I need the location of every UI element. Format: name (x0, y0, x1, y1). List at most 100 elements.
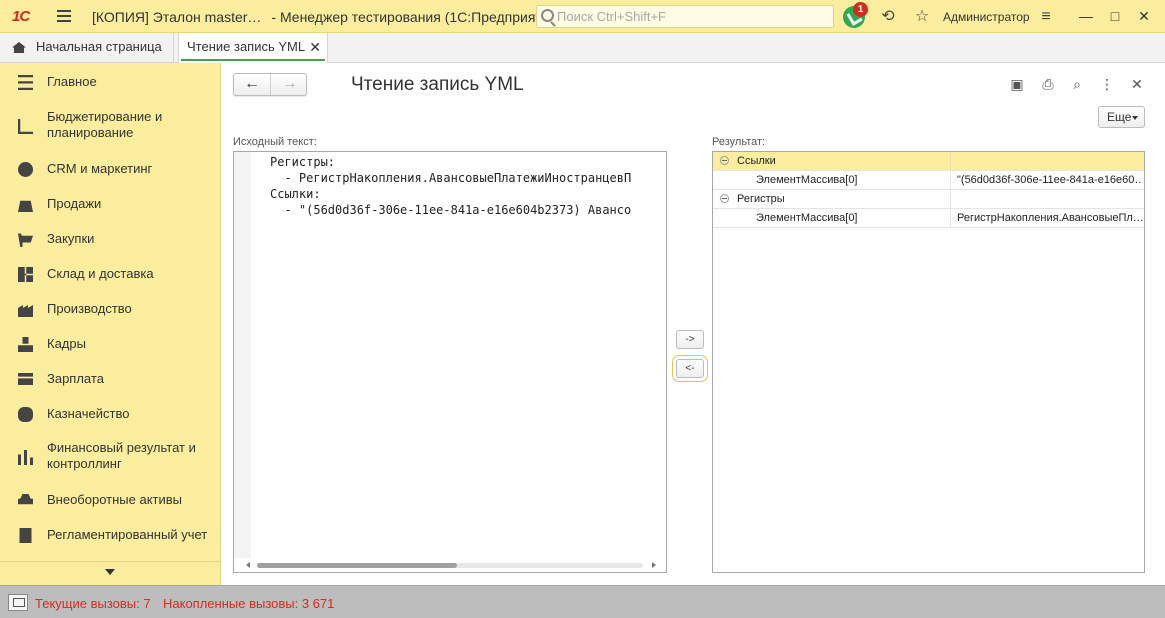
horizontal-scrollbar[interactable] (234, 558, 666, 572)
source-text-label: Исходный текст: (233, 136, 317, 148)
navigation-buttons: ← → (233, 73, 307, 96)
sidebar-item-label: Продажи (47, 196, 102, 211)
source-text-content[interactable]: Регистры: - РегистрНакопления.АвансовыеП… (270, 154, 631, 218)
scrollbar-thumb[interactable] (257, 563, 457, 568)
search-input[interactable] (557, 8, 827, 25)
source-text-editor[interactable]: Регистры: - РегистрНакопления.АвансовыеП… (233, 151, 667, 573)
tree-row-group[interactable]: Регистры (713, 190, 1144, 209)
tree-row[interactable]: ЭлементМассива[0] РегистрНакопления.Аван… (713, 209, 1144, 228)
sidebar-item-label: Склад и доставка (47, 266, 154, 281)
cart-icon (18, 233, 33, 247)
tree-row[interactable]: ЭлементМассива[0] "(56d0d36f-306e-11ee-8… (713, 171, 1144, 190)
sidebar-item-label: Финансовый результат и контроллинг (47, 440, 196, 471)
scroll-down-icon[interactable] (105, 569, 115, 575)
menu-icon (18, 75, 33, 90)
sidebar-item-sales[interactable]: Продажи (0, 194, 221, 214)
tab-read-yml-label: Чтение запись YML (187, 39, 306, 54)
more-actions-icon[interactable]: ⋮ (1098, 75, 1116, 93)
close-tab-icon[interactable]: ✕ (309, 33, 321, 61)
sidebar-item-warehouse[interactable]: Склад и доставка (0, 264, 221, 284)
global-search[interactable] (536, 5, 834, 28)
sidebar-item-main[interactable]: Главное (0, 72, 221, 92)
accumulated-calls: Накопленные вызовы: 3 671 (163, 596, 335, 611)
collapse-icon[interactable] (720, 194, 729, 203)
user-name[interactable]: Администратор (943, 10, 1030, 24)
sidebar-item-label: Производство (47, 301, 132, 316)
close-window-button[interactable]: ✕ (1134, 6, 1154, 26)
status-bar: Текущие вызовы: 7 Накопленные вызовы: 3 … (0, 585, 1165, 618)
preview-icon[interactable]: ⌕ (1068, 75, 1086, 93)
windows-icon[interactable] (8, 594, 28, 611)
tree-row-name: Регистры (737, 193, 785, 205)
sidebar-item-label: Внеоборотные активы (47, 492, 183, 507)
source-line: - РегистрНакопления.АвансовыеПлатежиИнос… (270, 171, 632, 185)
form-area: ← → Чтение запись YML ▣ ⎙ ⌕ ⋮ ✕ Еще Исхо… (221, 63, 1165, 585)
sidebar-item-budgeting[interactable]: Бюджетирование и планирование (0, 109, 221, 145)
back-arrow-icon[interactable]: ← (234, 74, 271, 95)
sidebar-item-hr[interactable]: Кадры (0, 334, 221, 354)
tree-row-group[interactable]: Ссылки (713, 152, 1144, 171)
source-line: - "(56d0d36f-306e-11ee-841a-e16e604b2373… (270, 203, 632, 217)
sidebar-item-financial-result[interactable]: Финансовый результат и контроллинг (0, 440, 221, 476)
window-title-right: - Менеджер тестирования (1С:Предприятие) (271, 9, 563, 25)
sidebar-item-label: Кадры (47, 336, 86, 351)
wallet-icon (18, 373, 33, 385)
save-icon[interactable]: ▣ (1008, 75, 1026, 93)
source-line: Регистры: (270, 155, 336, 169)
sidebar-item-salary[interactable]: Зарплата (0, 369, 221, 389)
factory-icon (18, 305, 33, 317)
person-icon (18, 337, 33, 352)
sidebar-item-fixed-assets[interactable]: Внеоборотные активы (0, 490, 221, 510)
settings-menu-icon[interactable]: ≡ (1037, 8, 1055, 26)
main-menu-icon[interactable] (57, 10, 71, 22)
home-icon (12, 42, 26, 53)
forward-arrow-icon[interactable]: → (271, 74, 308, 95)
car-icon (18, 494, 33, 505)
current-calls: Текущие вызовы: 7 (35, 596, 151, 611)
page-title: Чтение запись YML (351, 74, 524, 95)
print-icon[interactable]: ⎙ (1039, 75, 1057, 93)
tree-row-value: РегистрНакопления.АвансовыеПл… (957, 212, 1143, 224)
sidebar-item-treasury[interactable]: Казначейство (0, 404, 221, 424)
tree-row-name: Ссылки (737, 155, 776, 167)
close-form-icon[interactable]: ✕ (1128, 75, 1146, 93)
book-icon (19, 528, 32, 543)
convert-to-result-button[interactable]: -> (676, 330, 704, 349)
notification-badge: 1 (853, 2, 868, 17)
window-title-left: [КОПИЯ] Эталон master… (92, 9, 262, 25)
scroll-right-icon[interactable] (652, 562, 656, 568)
scroll-left-icon[interactable] (246, 562, 250, 568)
tab-read-yml[interactable]: Чтение запись YML ✕ (178, 33, 328, 63)
sidebar-item-label: Казначейство (47, 406, 130, 421)
sidebar-item-label: CRM и маркетинг (47, 161, 153, 176)
source-line: Ссылки: (270, 187, 321, 201)
history-icon[interactable]: ⟲ (879, 8, 897, 26)
convert-to-source-button[interactable]: <- (672, 355, 708, 382)
collapse-icon[interactable] (720, 156, 729, 165)
favorites-star-icon[interactable]: ☆ (913, 8, 931, 26)
sidebar-item-production[interactable]: Производство (0, 299, 221, 319)
tab-home[interactable]: Начальная страница (0, 33, 174, 63)
window-title: [КОПИЯ] Эталон master… - Менеджер тестиро… (92, 9, 562, 25)
sidebar: Главное Бюджетирование и планирование CR… (0, 63, 221, 585)
bar-chart-icon (18, 450, 33, 465)
logo: 1С (12, 8, 30, 25)
sidebar-divider (0, 561, 221, 562)
tree-row-name: ЭлементМассива[0] (756, 212, 858, 224)
sidebar-item-regulated-accounting[interactable]: Регламентированный учет (0, 525, 221, 545)
result-tree[interactable]: Ссылки ЭлементМассива[0] "(56d0d36f-306e… (712, 151, 1145, 573)
sidebar-item-crm[interactable]: CRM и маркетинг (0, 159, 221, 179)
sidebar-item-label: Главное (47, 74, 97, 89)
bag-icon (18, 200, 33, 212)
editor-gutter (234, 152, 251, 572)
tree-row-name: ЭлементМассива[0] (756, 174, 858, 186)
tab-home-label: Начальная страница (36, 39, 162, 54)
sidebar-item-label: Регламентированный учет (47, 527, 208, 542)
tab-bar: Начальная страница Чтение запись YML ✕ (0, 33, 1165, 63)
maximize-button[interactable]: □ (1105, 6, 1125, 26)
sidebar-item-purchases[interactable]: Закупки (0, 229, 221, 249)
chart-icon (18, 119, 33, 134)
more-button[interactable]: Еще (1098, 106, 1145, 128)
minimize-button[interactable]: — (1076, 6, 1096, 26)
sidebar-item-label: Бюджетирование и планирование (47, 109, 163, 140)
